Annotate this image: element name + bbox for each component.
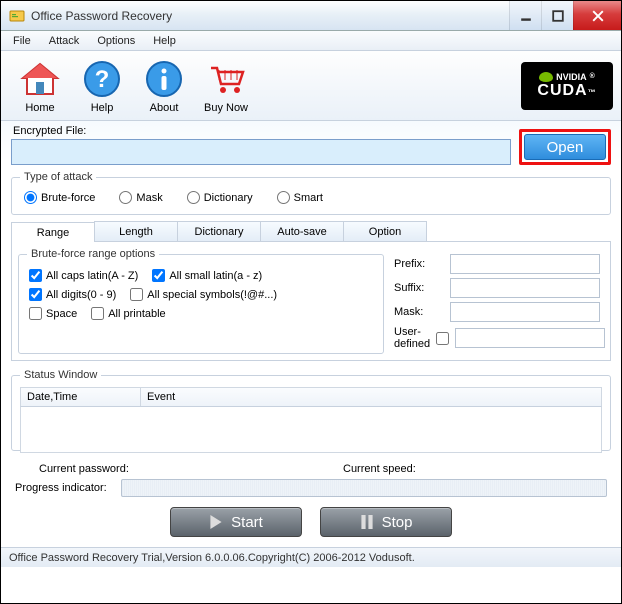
mask-label: Mask: [394,306,444,318]
current-speed-label: Current speed: [343,463,416,475]
cuda-badge: NVIDIA® CUDA™ [521,62,613,110]
radio-dictionary[interactable]: Dictionary [187,191,253,204]
status-header: Date,Time Event [20,387,602,407]
buy-button[interactable]: Buy Now [195,56,257,116]
help-label: Help [91,102,114,114]
footer-text: Office Password Recovery Trial,Version 6… [9,552,415,564]
cb-small[interactable]: All small latin(a - z) [152,269,262,282]
home-label: Home [25,102,54,114]
tab-autosave[interactable]: Auto-save [260,221,344,241]
mask-input[interactable] [450,302,600,322]
start-button[interactable]: Start [170,507,302,537]
progress-label: Progress indicator: [15,482,115,494]
app-icon [9,8,25,24]
userdef-input[interactable] [455,328,605,348]
tabstrip: Range Length Dictionary Auto-save Option [11,221,611,242]
tab-dictionary[interactable]: Dictionary [177,221,261,241]
maximize-button[interactable] [541,1,573,30]
prefix-label: Prefix: [394,258,444,270]
encrypted-file-label: Encrypted File: [13,125,511,137]
toolbar: Home ? Help About Buy Now NVIDIA® CUDA™ [1,51,621,121]
progress-bar [121,479,607,497]
prefix-input[interactable] [450,254,600,274]
window-title: Office Password Recovery [31,9,509,23]
pause-icon [360,515,374,529]
menubar: File Attack Options Help [1,31,621,51]
cart-icon [205,58,247,100]
nvidia-text: NVIDIA [556,72,587,82]
status-legend: Status Window [20,369,101,381]
suffix-label: Suffix: [394,282,444,294]
cb-symbols[interactable]: All special symbols(!@#...) [130,288,277,301]
current-password-label: Current password: [39,463,129,475]
suffix-input[interactable] [450,278,600,298]
buy-label: Buy Now [204,102,248,114]
cuda-text: CUDA [537,82,587,99]
tab-range[interactable]: Range [11,222,95,242]
col-datetime: Date,Time [21,388,141,406]
cb-caps[interactable]: All caps latin(A - Z) [29,269,138,282]
statusbar: Office Password Recovery Trial,Version 6… [1,547,621,567]
home-button[interactable]: Home [9,56,71,116]
userdef-checkbox[interactable] [436,332,449,345]
menu-file[interactable]: File [5,33,39,49]
encrypted-file-input[interactable] [11,139,511,165]
status-body [20,407,602,453]
titlebar: Office Password Recovery [1,1,621,31]
cb-space[interactable]: Space [29,307,77,320]
cb-digits[interactable]: All digits(0 - 9) [29,288,116,301]
radio-brute[interactable]: Brute-force [24,191,95,204]
about-icon [143,58,185,100]
tab-option[interactable]: Option [343,221,427,241]
svg-text:?: ? [95,66,110,93]
menu-options[interactable]: Options [89,33,143,49]
menu-attack[interactable]: Attack [41,33,88,49]
minimize-button[interactable] [509,1,541,30]
about-button[interactable]: About [133,56,195,116]
play-icon [209,515,223,529]
help-icon: ? [81,58,123,100]
home-icon [19,58,61,100]
radio-mask[interactable]: Mask [119,191,162,204]
help-button[interactable]: ? Help [71,56,133,116]
cb-printable[interactable]: All printable [91,307,165,320]
radio-smart[interactable]: Smart [277,191,323,204]
close-button[interactable] [573,1,621,30]
open-highlight: Open [519,129,611,165]
menu-help[interactable]: Help [145,33,184,49]
nvidia-eye-icon [539,72,553,82]
stop-button[interactable]: Stop [320,507,452,537]
range-legend: Brute-force range options [27,248,159,260]
userdef-label: User-defined [394,326,430,350]
attack-legend: Type of attack [20,171,96,183]
col-event: Event [141,388,601,406]
tab-length[interactable]: Length [94,221,178,241]
tabpane-range: Brute-force range options All caps latin… [11,242,611,361]
open-button[interactable]: Open [524,134,606,160]
about-label: About [150,102,179,114]
